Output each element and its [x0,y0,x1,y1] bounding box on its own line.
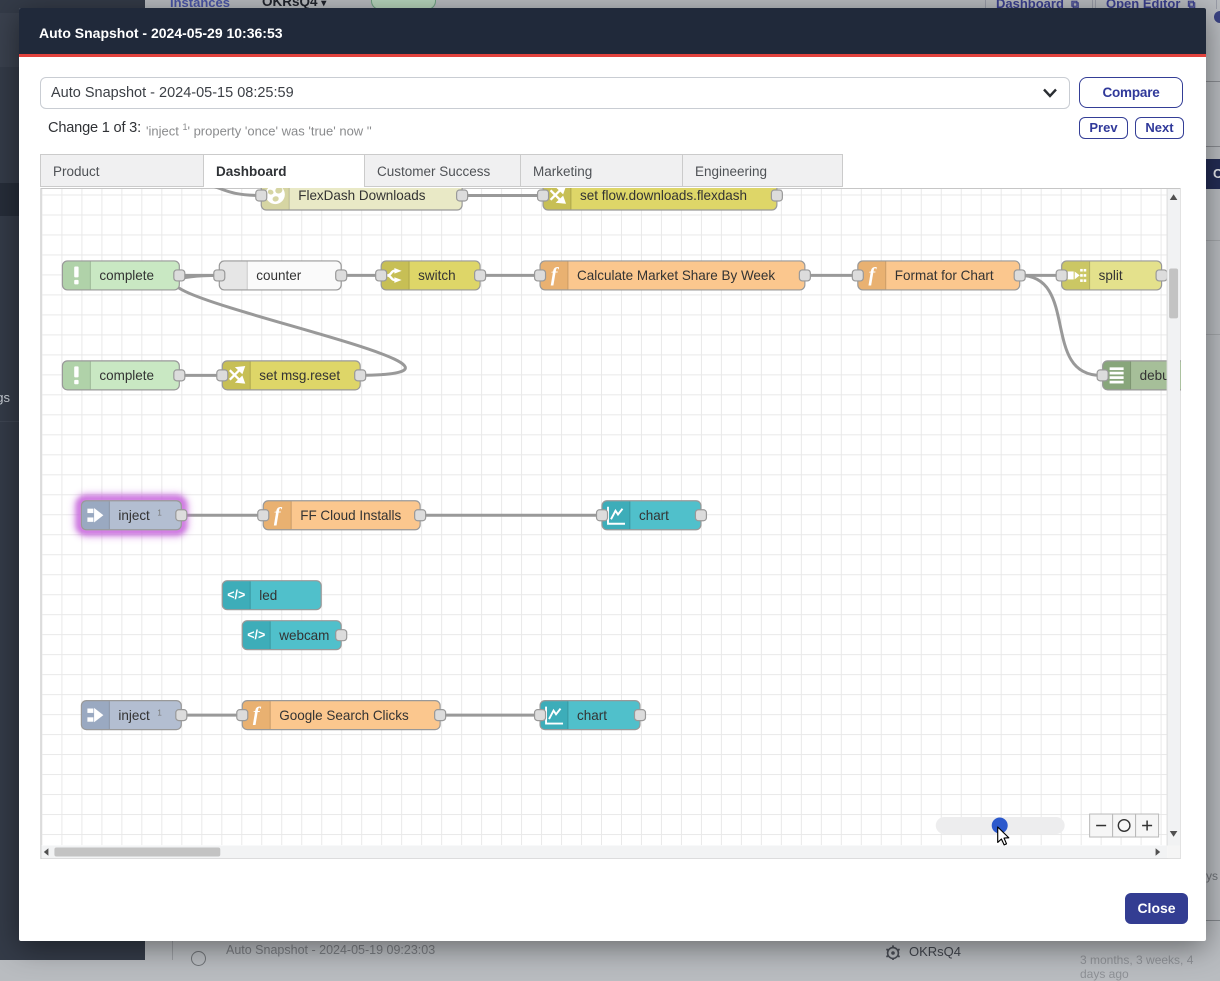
svg-text:chart: chart [639,507,669,522]
svg-text:switch: switch [418,268,455,283]
svg-text:1: 1 [157,508,162,517]
svg-text:Format for Chart: Format for Chart [895,268,994,283]
svg-text:split: split [1099,268,1123,283]
svg-text:complete: complete [99,368,154,383]
svg-text:led: led [259,587,277,602]
svg-text:Google Search Clicks: Google Search Clicks [279,707,409,722]
svg-text:Calculate Market Share By Week: Calculate Market Share By Week [577,268,775,283]
svg-text:FlexDash Downloads: FlexDash Downloads [298,188,426,203]
svg-text:set flow.downloads.flexdash: set flow.downloads.flexdash [580,188,747,203]
svg-text:set msg.reset: set msg.reset [259,368,340,383]
svg-text:</>: </> [227,588,245,602]
svg-text:1: 1 [157,708,162,717]
svg-text:complete: complete [99,268,154,283]
svg-text:counter: counter [256,268,301,283]
svg-text:inject: inject [118,507,150,522]
svg-text:webcam: webcam [278,627,329,642]
svg-text:inject: inject [118,707,150,722]
svg-text:</>: </> [247,628,265,642]
svg-text:FF Cloud Installs: FF Cloud Installs [300,507,401,522]
svg-text:chart: chart [577,707,607,722]
